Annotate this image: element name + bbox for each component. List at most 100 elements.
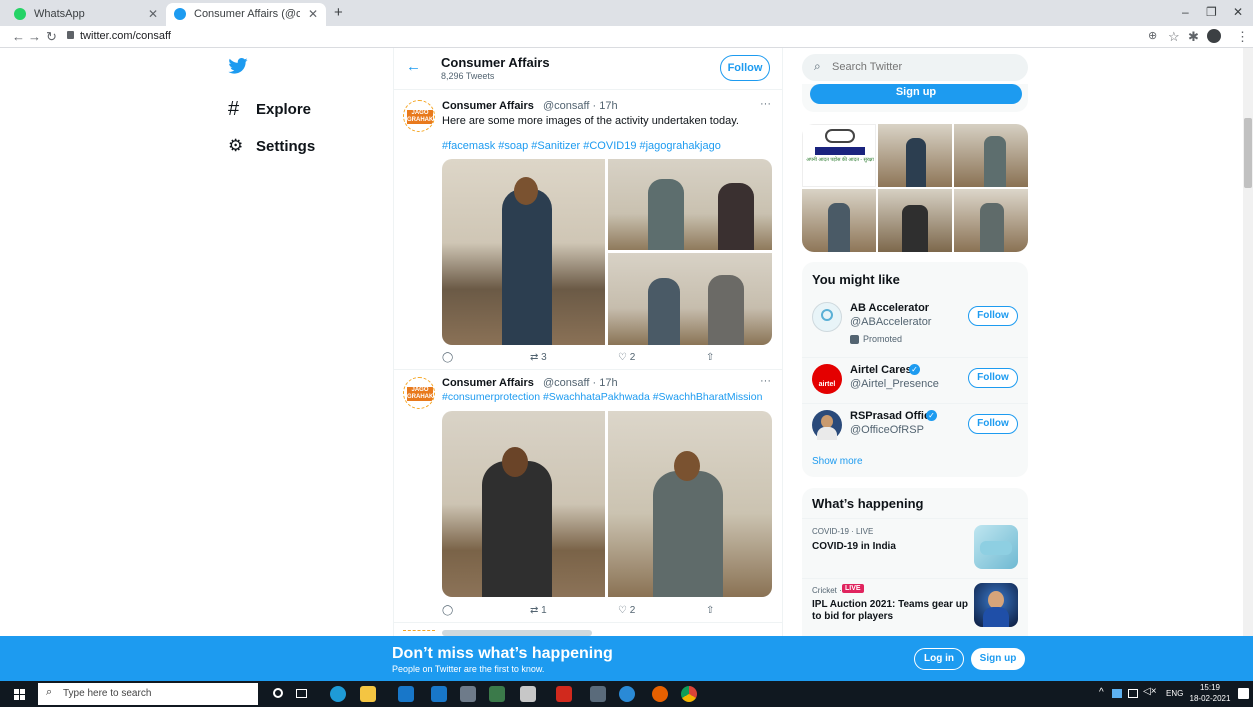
tweet-photo[interactable] (608, 253, 772, 345)
tray-chevron-icon[interactable]: ^ (1099, 687, 1104, 698)
retweet-icon[interactable]: ⇄ 1 (530, 605, 547, 616)
tweet-author[interactable]: Consumer Affairs (442, 100, 534, 112)
chrome-icon[interactable] (681, 686, 697, 702)
avatar[interactable]: airtel (812, 364, 842, 394)
banner-signup-button[interactable]: Sign up (971, 648, 1025, 670)
app-icon[interactable] (460, 686, 476, 702)
login-button[interactable]: Log in (914, 648, 964, 670)
back-arrow-icon[interactable]: ← (406, 58, 421, 75)
tweet[interactable]: JAGO GRAHAK Consumer Affairs @consaff · 1… (394, 94, 782, 370)
tweet-photo[interactable] (608, 411, 772, 597)
tweet-handle[interactable]: @consaff · 17h (543, 377, 618, 389)
new-tab-button[interactable]: + (334, 4, 343, 21)
show-more-link[interactable]: Show more (812, 456, 863, 467)
follow-button[interactable]: Follow (968, 306, 1018, 326)
excel-icon[interactable] (489, 686, 505, 702)
media-thumbnail[interactable] (954, 189, 1028, 252)
media-thumbnail[interactable]: अपनी आदत पड़ोस की आदत - सुरक्षा (802, 124, 876, 187)
tweet-photo[interactable] (442, 411, 605, 597)
extensions-icon[interactable]: ✱ (1188, 29, 1199, 45)
menu-icon[interactable]: ⋮ (1236, 29, 1249, 45)
share-icon[interactable]: ⇧ (706, 352, 714, 363)
close-tab-icon[interactable]: ✕ (308, 3, 318, 26)
mail-icon[interactable] (431, 686, 447, 702)
twitter-logo-icon[interactable] (228, 58, 248, 79)
avatar[interactable]: JAGO GRAHAK (403, 100, 435, 132)
media-thumbnail[interactable] (878, 124, 952, 187)
more-options-icon[interactable]: ··· (760, 375, 771, 387)
back-icon[interactable]: ← (12, 29, 25, 45)
forward-icon[interactable]: → (28, 29, 41, 45)
trend-item[interactable]: COVID-19 · LIVE COVID-19 in India (802, 518, 1028, 574)
search-box[interactable]: ⌕ (802, 54, 1028, 81)
account-name[interactable]: RSPrasad Office (850, 410, 936, 422)
taskbar-search[interactable]: ⌕ Type here to search (38, 683, 258, 705)
windows-start-icon[interactable] (14, 689, 25, 700)
search-input[interactable] (832, 58, 1017, 76)
follow-suggestion[interactable]: AB Accelerator @ABAccelerator Promoted F… (802, 298, 1028, 352)
media-thumbnail[interactable] (802, 189, 876, 252)
follow-button[interactable]: Follow (720, 55, 770, 81)
tweet-author[interactable]: Consumer Affairs (442, 377, 534, 389)
tweet-media-grid[interactable] (442, 159, 772, 345)
avatar[interactable] (812, 302, 842, 332)
acrobat-icon[interactable] (556, 686, 572, 702)
notifications-icon[interactable] (1238, 688, 1249, 699)
nav-settings[interactable]: ⚙ Settings (228, 136, 315, 156)
restore-button[interactable]: ❐ (1206, 5, 1217, 19)
share-icon[interactable]: ⇧ (706, 605, 714, 616)
like-icon[interactable]: ♡ 2 (618, 605, 635, 616)
star-icon[interactable]: ☆ (1168, 29, 1180, 45)
reply-icon[interactable]: ◯ (442, 605, 453, 616)
close-tab-icon[interactable]: ✕ (148, 3, 158, 26)
signup-button[interactable]: Sign up (810, 84, 1022, 104)
volume-icon[interactable]: ◁× (1143, 686, 1157, 697)
edge-icon[interactable] (330, 686, 346, 702)
follow-suggestion[interactable]: RSPrasad Office ✓ @OfficeOfRSP Follow (802, 403, 1028, 449)
clock-date[interactable]: 18-02-2021 (1185, 694, 1235, 703)
scrollbar-thumb[interactable] (1244, 118, 1252, 188)
retweet-icon[interactable]: ⇄ 3 (530, 352, 547, 363)
account-name[interactable]: AB Accelerator (850, 302, 929, 314)
tweet-hashtags[interactable]: #consumerprotection #SwachhataPakhwada #… (442, 391, 777, 403)
display-icon[interactable] (1128, 689, 1138, 698)
ie-icon[interactable] (619, 686, 635, 702)
profile-icon[interactable] (1207, 29, 1221, 43)
media-thumbnail[interactable] (954, 124, 1028, 187)
file-explorer-icon[interactable] (360, 686, 376, 702)
task-view-icon[interactable] (296, 689, 307, 698)
trend-item[interactable]: Cricket · LIVE IPL Auction 2021: Teams g… (802, 578, 1028, 636)
tweet-photo[interactable] (608, 159, 772, 250)
like-icon[interactable]: ♡ 2 (618, 352, 635, 363)
reload-icon[interactable]: ↻ (46, 29, 57, 45)
tweet[interactable]: JAGO GRAHAK Consumer Affairs @consaff · 1… (394, 371, 782, 623)
page-scrollbar[interactable] (1243, 48, 1253, 636)
avatar[interactable]: JAGO GRAHAK (403, 377, 435, 409)
account-name[interactable]: Airtel Cares (850, 364, 912, 376)
minimize-button[interactable]: – (1182, 5, 1189, 19)
tab-consumer-affairs[interactable]: Consumer Affairs (@consaff) / Tw ✕ (166, 3, 326, 26)
tweet-media-grid[interactable] (442, 411, 772, 597)
avatar[interactable] (812, 410, 842, 440)
tab-whatsapp[interactable]: WhatsApp ✕ (6, 3, 166, 26)
network-icon[interactable] (1112, 689, 1122, 698)
app-icon[interactable] (520, 686, 536, 702)
cortana-icon[interactable] (273, 688, 283, 698)
follow-button[interactable]: Follow (968, 368, 1018, 388)
follow-suggestion[interactable]: airtel Airtel Cares ✓ @Airtel_Presence F… (802, 357, 1028, 403)
tweet[interactable] (394, 626, 782, 636)
reply-icon[interactable]: ◯ (442, 352, 453, 363)
tweet-photo[interactable] (442, 159, 605, 345)
store-icon[interactable] (398, 686, 414, 702)
calculator-icon[interactable] (590, 686, 606, 702)
more-options-icon[interactable]: ··· (760, 98, 771, 110)
tweet-hashtags[interactable]: #facemask #soap #Sanitizer #COVID19 #jag… (442, 140, 772, 152)
firefox-icon[interactable] (652, 686, 668, 702)
clock-time[interactable]: 15:19 (1190, 683, 1230, 692)
url-field[interactable]: twitter.com/consaff (80, 30, 171, 42)
follow-button[interactable]: Follow (968, 414, 1018, 434)
language-indicator[interactable]: ENG (1166, 689, 1183, 698)
tweet-handle[interactable]: @consaff · 17h (543, 100, 618, 112)
install-icon[interactable]: ⊕ (1148, 29, 1157, 42)
close-window-button[interactable]: ✕ (1233, 5, 1243, 19)
